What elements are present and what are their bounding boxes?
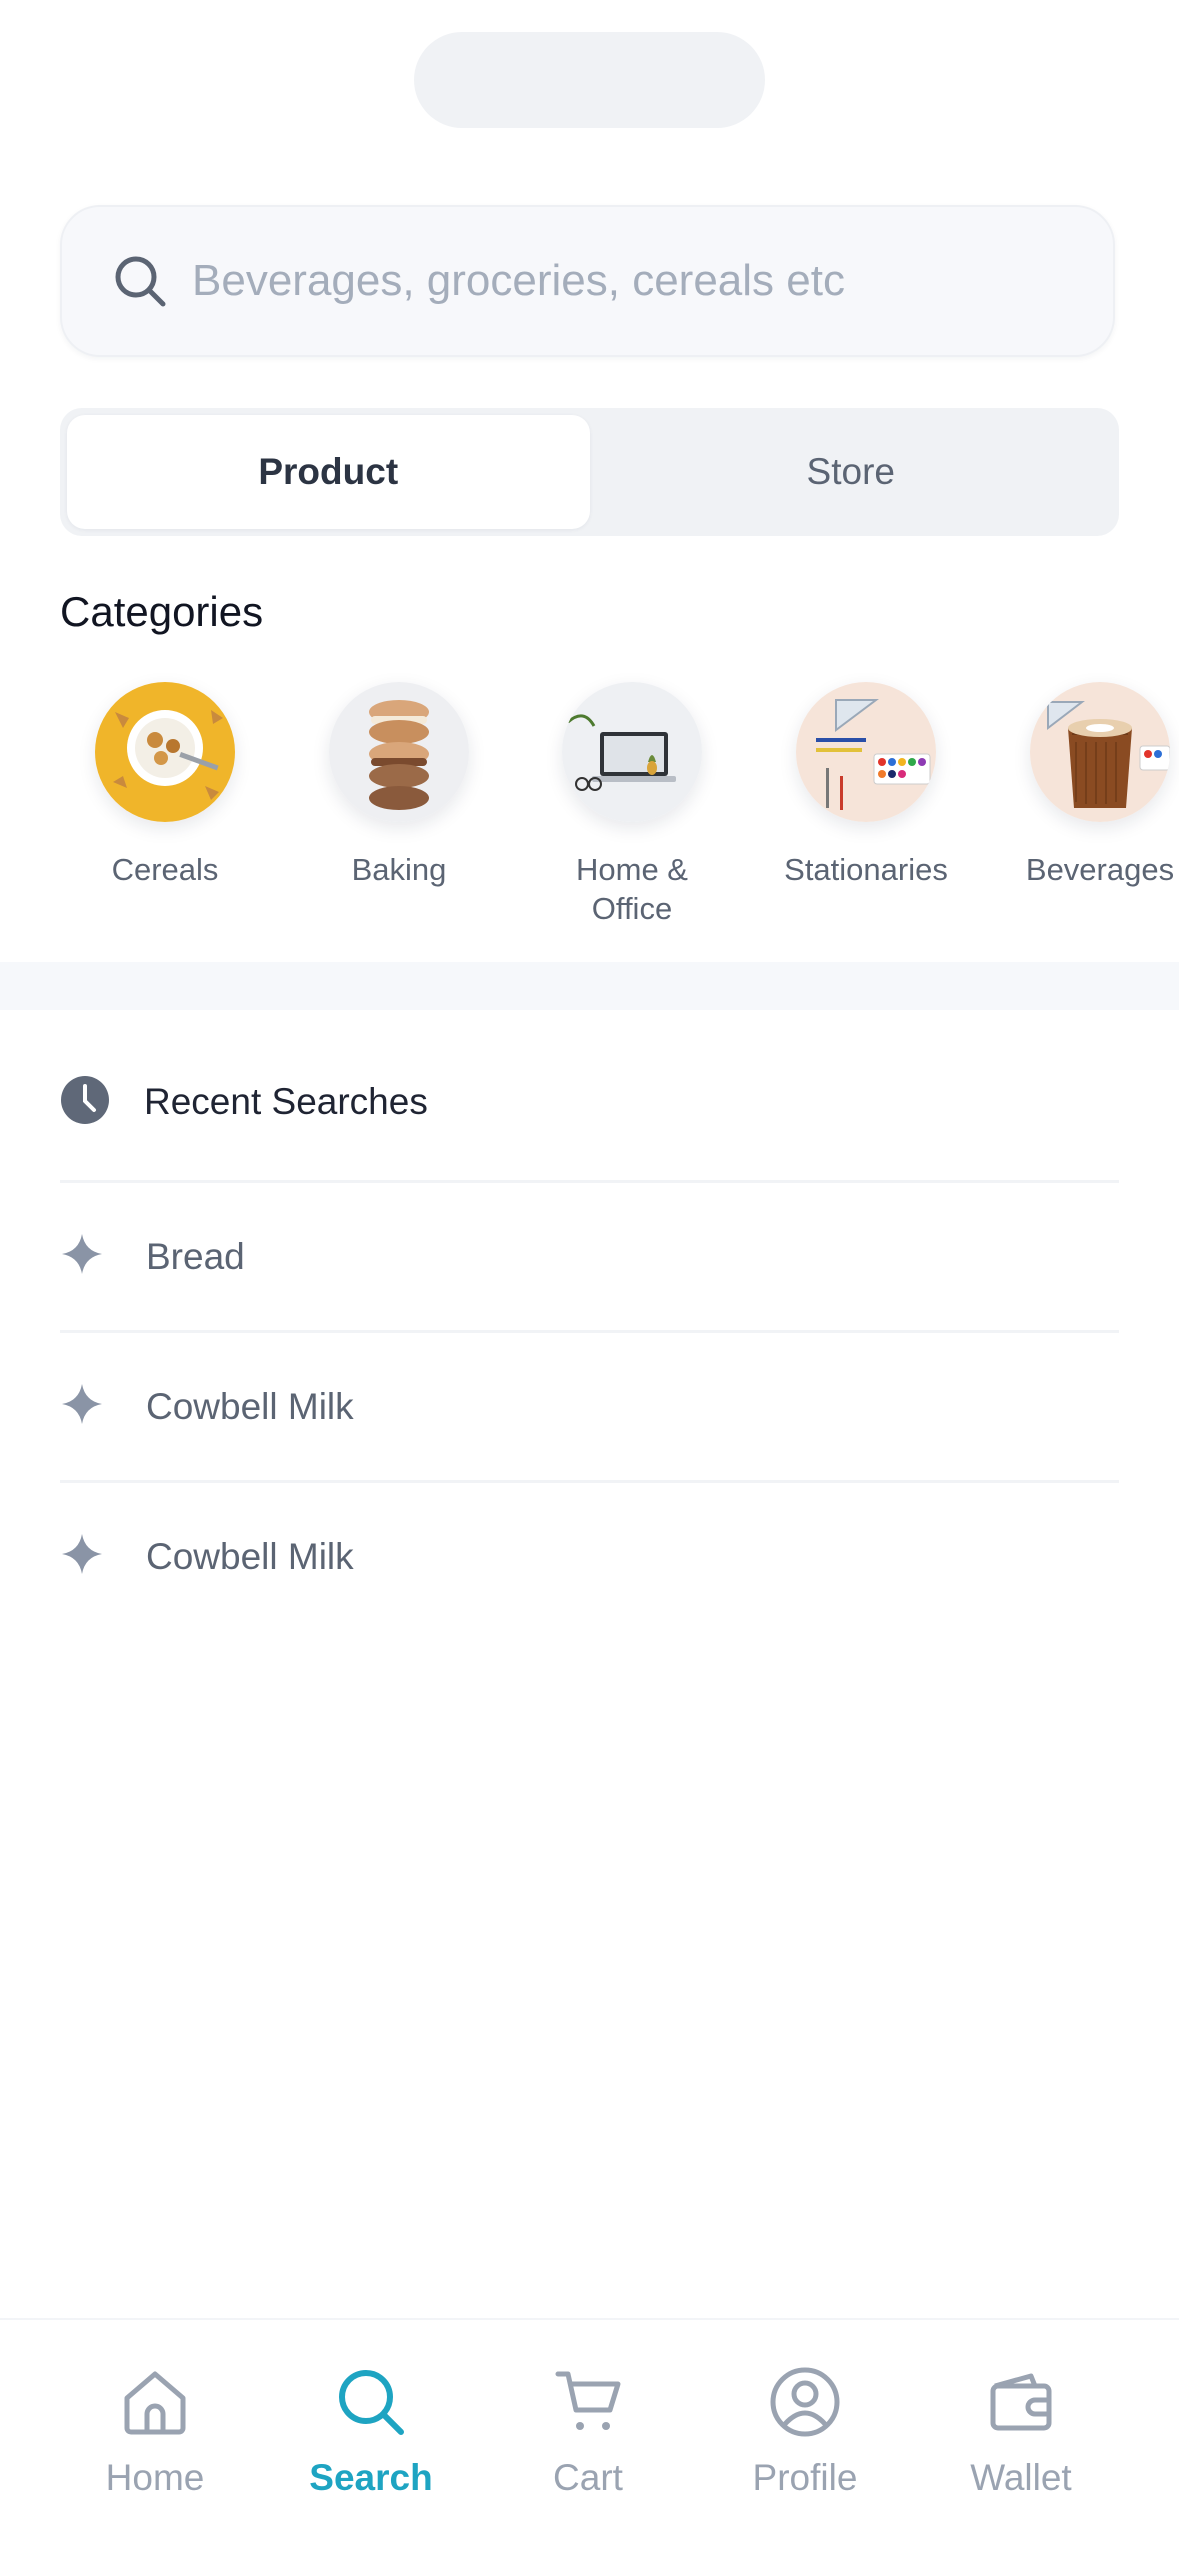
wallet-icon — [985, 2366, 1057, 2443]
stationery-image — [796, 682, 936, 822]
recent-search-label: Bread — [146, 1235, 245, 1277]
category-stationaries[interactable]: Stationaries — [746, 682, 986, 889]
cart-icon — [552, 2366, 624, 2443]
recent-search-item[interactable]: Cowbell Milk — [60, 1330, 1119, 1480]
macarons-image — [329, 682, 469, 822]
tab-label: Profile — [752, 2457, 858, 2498]
cereal-bowl-image — [95, 682, 235, 822]
tab-label: Wallet — [970, 2457, 1072, 2498]
sparkle-icon — [60, 1532, 104, 1581]
top-handle-pill — [414, 32, 765, 128]
search-input[interactable] — [192, 256, 1072, 306]
recent-searches-title: Recent Searches — [144, 1081, 428, 1122]
coffee-cup-image — [1030, 682, 1170, 822]
tab-label: Search — [309, 2457, 433, 2498]
recent-search-label: Cowbell Milk — [146, 1385, 354, 1427]
recent-search-item[interactable]: Bread — [60, 1180, 1119, 1330]
tab-cart[interactable]: Cart — [508, 2366, 668, 2499]
home-icon — [119, 2366, 191, 2443]
search-icon — [335, 2366, 407, 2443]
tab-product[interactable]: Product — [67, 415, 590, 529]
recent-searches-list: Bread Cowbell Milk Cowbell Milk — [60, 1180, 1119, 1630]
product-store-toggle[interactable]: Product Store — [60, 408, 1119, 536]
tab-label: Home — [105, 2457, 205, 2498]
category-baking[interactable]: Baking — [279, 682, 519, 889]
tab-store[interactable]: Store — [590, 415, 1113, 529]
category-beverages[interactable]: Beverages — [980, 682, 1179, 889]
category-label: Cereals — [111, 852, 219, 887]
tab-profile[interactable]: Profile — [725, 2366, 885, 2499]
category-label: Baking — [351, 852, 447, 887]
category-cereals[interactable]: Cereals — [45, 682, 285, 889]
recent-search-item[interactable]: Cowbell Milk — [60, 1480, 1119, 1630]
sparkle-icon — [60, 1382, 104, 1431]
categories-heading: Categories — [60, 588, 264, 635]
bottom-tab-bar: Home Search Cart Profile Wallet — [0, 2318, 1179, 2556]
category-label: Beverages — [1025, 852, 1175, 887]
search-icon — [110, 251, 170, 311]
clock-icon — [60, 1075, 110, 1130]
tab-search[interactable]: Search — [291, 2366, 451, 2499]
sparkle-icon — [60, 1232, 104, 1281]
recent-search-label: Cowbell Milk — [146, 1535, 354, 1577]
categories-carousel[interactable]: Cereals Baking Home & Office Stationarie… — [0, 682, 1179, 942]
search-bar[interactable] — [60, 205, 1115, 357]
tab-wallet[interactable]: Wallet — [941, 2366, 1101, 2499]
profile-icon — [769, 2366, 841, 2443]
laptop-desk-image — [562, 682, 702, 822]
category-label: Home & Office — [576, 852, 688, 926]
category-home-office[interactable]: Home & Office — [512, 682, 752, 928]
category-label: Stationaries — [784, 852, 948, 887]
tab-label: Cart — [553, 2457, 623, 2498]
recent-searches-header: Recent Searches — [60, 1070, 428, 1134]
tab-home[interactable]: Home — [75, 2366, 235, 2499]
section-divider — [0, 962, 1179, 1010]
